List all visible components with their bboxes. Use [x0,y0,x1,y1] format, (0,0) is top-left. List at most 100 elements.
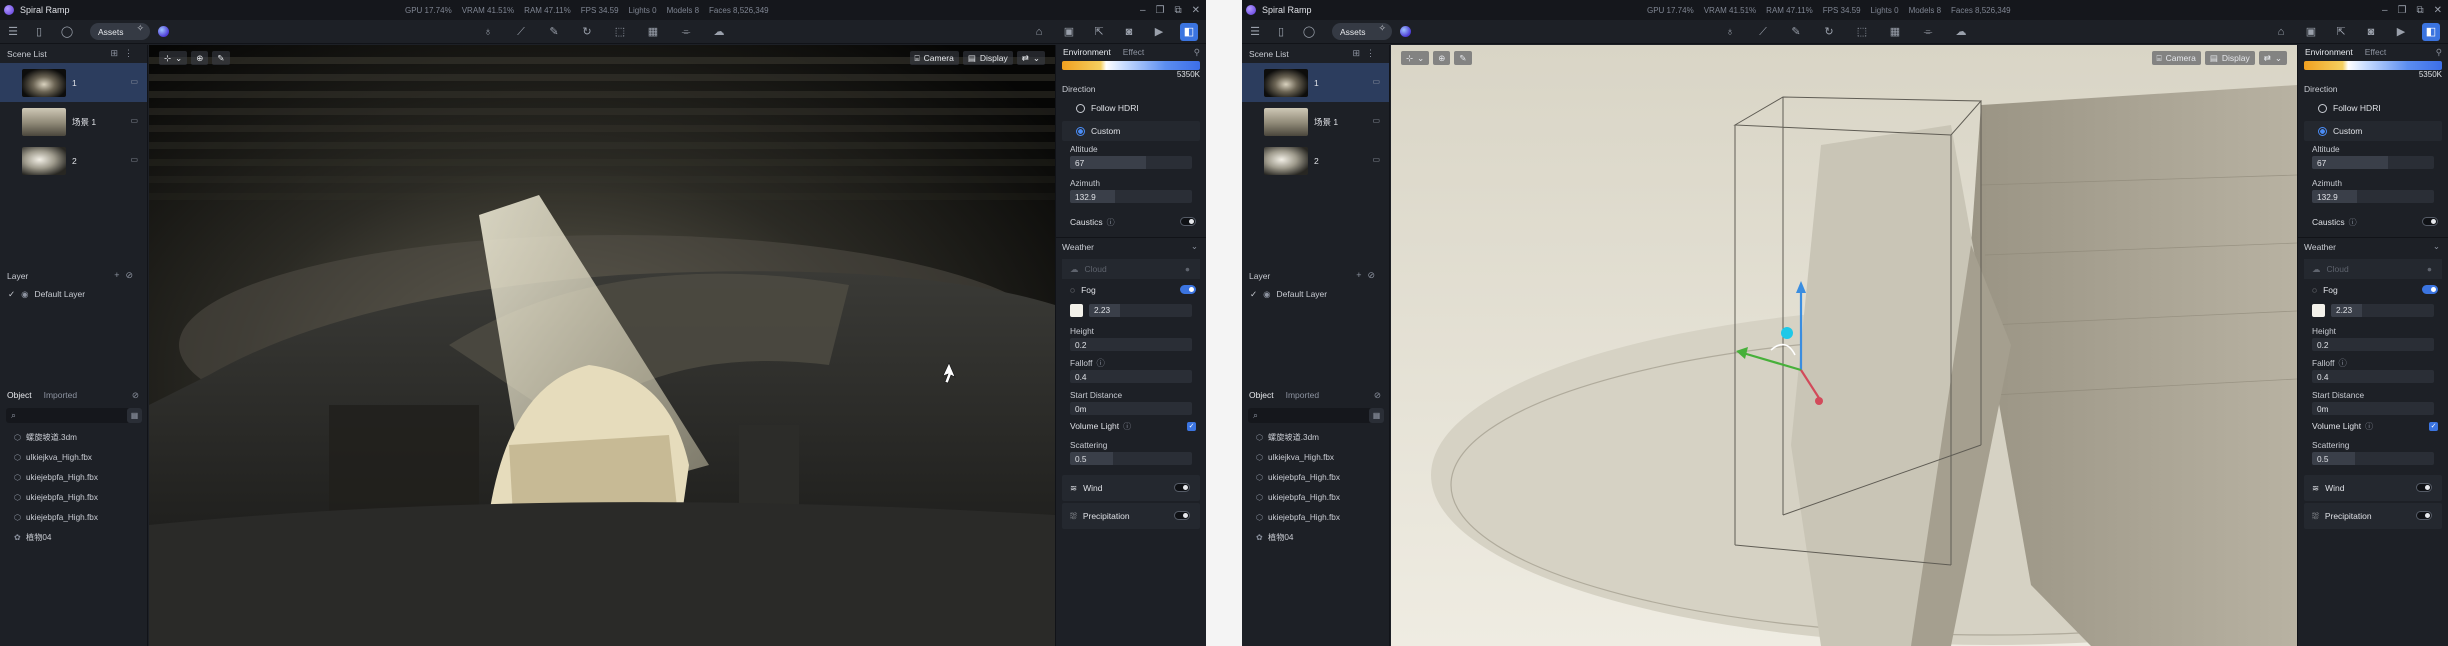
close-icon[interactable]: ✕ [1192,5,1200,16]
transform-mode-button[interactable]: ⊹ ⌄ [1401,51,1430,65]
object-item[interactable]: ⬡ ukiejebpfa_High.fbx [1242,487,1389,507]
add-layer-icon[interactable]: + [1356,270,1367,280]
restore-icon[interactable]: ❐ [1156,5,1165,16]
scattering-field[interactable]: 0.5 [1070,452,1192,465]
check-icon[interactable]: ✓ [1250,289,1257,300]
camera-icon[interactable]: ▭ [1372,155,1380,164]
object-item[interactable]: ✿ 植物04 [0,527,147,547]
fog-color-swatch[interactable] [2312,303,2325,317]
close-icon[interactable]: ✕ [2434,5,2442,16]
pin-icon[interactable]: ⚲ [2436,47,2442,58]
file-icon[interactable]: ▯ [1273,24,1289,40]
cloud-disabled-toggle[interactable]: ● [2427,264,2432,274]
scene-item[interactable]: 2 ▭ [1242,141,1389,180]
help-icon[interactable]: ⓘ [1096,357,1104,369]
screenshot-icon[interactable]: ◙ [1120,23,1138,41]
fog-density-field[interactable]: 2.23 [2331,303,2434,317]
object-item[interactable]: ⬡ ukiejebpfa_High.fbx [0,507,147,527]
follow-hdri-radio[interactable]: Follow HDRI [1062,98,1200,118]
height-field[interactable]: 0.2 [2312,338,2434,351]
fog-density-field[interactable]: 2.23 [1089,303,1192,317]
tab-environment[interactable]: Environment [2305,47,2353,57]
more-icon[interactable]: ⋮ [124,48,139,58]
window-mode-icon[interactable]: ⧉ [1174,5,1181,16]
object-item[interactable]: ✿ 植物04 [1242,527,1389,547]
add-layer-icon[interactable]: + [114,270,125,280]
transform-mode-button[interactable]: ⊹ ⌄ [159,51,188,65]
tab-environment[interactable]: Environment [1063,47,1111,57]
custom-radio[interactable]: Custom [2304,121,2442,141]
precipitation-toggle[interactable] [2416,511,2432,520]
fog-toggle[interactable] [2422,285,2438,294]
paint-icon[interactable]: ⌯ [1920,24,1936,40]
scene-item[interactable]: 场景 1 ▭ [1242,102,1389,141]
volume-light-checkbox[interactable]: ✓ [1187,422,1196,431]
start-distance-field[interactable]: 0m [2312,402,2434,415]
viewport-scene[interactable] [1391,45,2297,646]
add-scene-icon[interactable]: ⊞ [110,48,124,58]
window-mode-icon[interactable]: ⧉ [2416,5,2423,16]
pin-icon[interactable]: ⚲ [1194,47,1200,58]
add-scene-icon[interactable]: ⊞ [1352,48,1366,58]
tab-object[interactable]: Object [7,390,32,400]
cloud-tool-icon[interactable]: ☁ [711,24,727,40]
view-grid-icon[interactable]: ▦ [127,408,142,423]
caustics-toggle[interactable] [2422,217,2438,226]
assets-button[interactable]: Assets ✧ [90,23,150,40]
minimize-icon[interactable]: – [2382,5,2388,16]
view-options-button[interactable]: ⇄ ⌄ [2258,51,2287,65]
material-sphere-icon[interactable] [1400,26,1411,37]
eye-icon[interactable]: ◉ [21,289,28,300]
brush-icon[interactable]: ✎ [546,24,562,40]
color-temperature-slider[interactable] [2304,61,2442,70]
scene-item[interactable]: 1 ▭ [0,63,147,102]
tab-effect[interactable]: Effect [1123,47,1145,57]
camera-icon[interactable]: ▭ [1372,77,1380,86]
view-grid-icon[interactable]: ▦ [1369,408,1384,423]
layer-item[interactable]: ✓ ◉ Default Layer [0,285,147,303]
fog-toggle[interactable] [1180,285,1196,294]
camera-icon[interactable]: ▭ [1372,116,1380,125]
line-tool-icon[interactable]: ⟋ [1755,24,1771,40]
help-icon[interactable]: ⓘ [2349,217,2357,228]
view-options-button[interactable]: ⇄ ⌄ [1016,51,1045,65]
layer-settings-icon[interactable]: ⊘ [125,270,139,280]
weather-header[interactable]: Weather ⌄ [1056,237,1206,255]
object-item[interactable]: ⬡ ulkiejkva_High.fbx [0,447,147,467]
follow-hdri-radio[interactable]: Follow HDRI [2304,98,2442,118]
tab-imported[interactable]: Imported [44,390,78,400]
object-item[interactable]: ⬡ ulkiejkva_High.fbx [1242,447,1389,467]
video-icon[interactable]: ▶ [1150,23,1168,41]
grid-tool-icon[interactable]: ▦ [1887,24,1903,40]
more-icon[interactable]: ⋮ [1366,48,1381,58]
display-button[interactable]: ▤ Display [2204,51,2255,65]
help-icon[interactable]: ⓘ [2338,357,2346,369]
camera-button[interactable]: ⌸ Camera [2151,51,2201,65]
refresh-icon[interactable]: ↻ [579,24,595,40]
paint-icon[interactable]: ⌯ [678,24,694,40]
scene-icon[interactable]: ⌂ [2272,23,2290,41]
weather-header[interactable]: Weather ⌄ [2298,237,2448,255]
object-item[interactable]: ⬡ 螺旋坡道.3dm [0,427,147,447]
caustics-toggle[interactable] [1180,217,1196,226]
camera-icon[interactable]: ▭ [130,77,138,86]
check-icon[interactable]: ✓ [8,289,15,300]
altitude-slider[interactable]: 67 [1070,156,1192,169]
chat-icon[interactable]: ◯ [59,24,75,40]
eye-icon[interactable]: ◉ [1263,289,1270,300]
assets-button[interactable]: Assets ✧ [1332,23,1392,40]
altitude-slider[interactable]: 67 [2312,156,2434,169]
scene-icon[interactable]: ⌂ [1030,23,1048,41]
volume-light-checkbox[interactable]: ✓ [2429,422,2438,431]
light-bulb-icon[interactable]: ♁ [480,24,496,40]
box-tool-icon[interactable]: ⬚ [1854,24,1870,40]
filter-icon[interactable]: ⊘ [1374,390,1381,401]
render-viewport[interactable]: ⊹ ⌄ ⊕ ✎ ⌸ Camera ▤ Display ⇄ ⌄ [1391,45,2297,646]
export-icon[interactable]: ⇱ [2332,23,2350,41]
camera-icon[interactable]: ▭ [130,155,138,164]
tab-object[interactable]: Object [1249,390,1274,400]
menu-icon[interactable]: ☰ [5,24,21,40]
camera-icon[interactable]: ▭ [130,116,138,125]
layer-settings-icon[interactable]: ⊘ [1367,270,1381,280]
help-icon[interactable]: ⓘ [2365,421,2373,432]
